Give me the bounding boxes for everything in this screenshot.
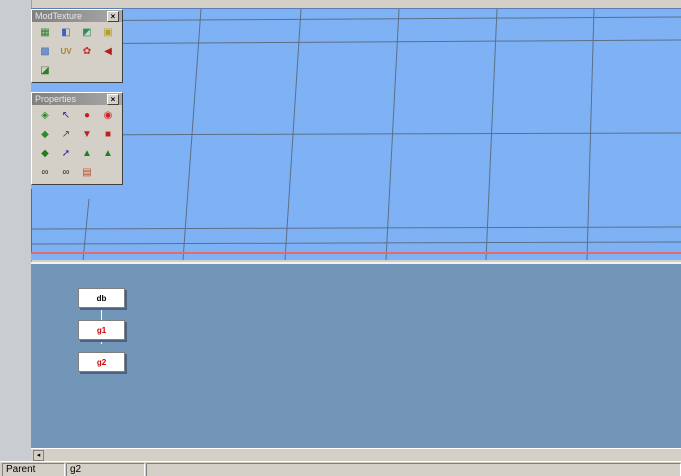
- texture-swap-icon-glyph: ✿: [82, 46, 92, 57]
- viewport-top-strip: [31, 0, 681, 8]
- material-icon[interactable]: ◈: [35, 107, 55, 125]
- red-tag-icon-glyph: ■: [104, 129, 112, 140]
- texture-project-icon-glyph: ◧: [61, 27, 71, 38]
- scroll-left-icon[interactable]: ◂: [33, 450, 44, 461]
- schematic-view[interactable]: db g1 g2: [31, 262, 681, 450]
- paint-drop-icon-glyph: ◉: [103, 110, 113, 121]
- status-message: [146, 463, 681, 476]
- red-paint-icon[interactable]: ▼: [77, 126, 97, 144]
- texture-project-icon[interactable]: ◧: [56, 24, 76, 42]
- paint-drop-icon[interactable]: ◉: [98, 107, 118, 125]
- light-prop-icon[interactable]: ↗: [56, 126, 76, 144]
- light-prop-icon-glyph: ↗: [61, 129, 71, 140]
- texture-grid-icon[interactable]: ▩: [35, 43, 55, 61]
- modtexture-toolbar-title[interactable]: ModTexture ×: [32, 10, 122, 22]
- dfr-tree-icon[interactable]: ▲: [98, 145, 118, 163]
- properties-tool-grid: ◈ ↖ ● ◉ ◆ ↗ ▼ ■ ◆ ➚ ▲ ▲ ∞ ∞ ▤: [32, 105, 122, 184]
- status-bar: Parent g2: [0, 461, 681, 476]
- perspective-viewport[interactable]: [31, 8, 681, 260]
- modtexture-title-text: ModTexture: [35, 11, 83, 21]
- schematic-node-db[interactable]: db: [78, 288, 125, 308]
- color-swatch-icon-glyph: ▤: [82, 167, 92, 178]
- status-parent-label: Parent: [2, 463, 65, 476]
- texture-back-icon-glyph: ◀: [104, 46, 112, 57]
- close-icon[interactable]: ×: [107, 11, 119, 22]
- close-icon[interactable]: ×: [107, 94, 119, 105]
- uv-editor-icon[interactable]: UV: [56, 43, 76, 61]
- texture-swap-icon[interactable]: ✿: [77, 43, 97, 61]
- texture-back-icon[interactable]: ◀: [98, 43, 118, 61]
- paint-red-icon-glyph: ●: [83, 110, 91, 121]
- status-current-object: g2: [66, 463, 145, 476]
- properties-toolbar-title[interactable]: Properties ×: [32, 93, 122, 105]
- texture-grid-icon-glyph: ▩: [40, 46, 50, 57]
- arrow-prop-icon-glyph: ➚: [61, 148, 71, 159]
- left-gutter: [0, 0, 32, 473]
- properties-toolbar[interactable]: Properties × ◈ ↖ ● ◉ ◆ ↗ ▼ ■ ◆ ➚ ▲ ▲ ∞ ∞ ▤: [31, 92, 123, 185]
- red-tag-icon[interactable]: ■: [98, 126, 118, 144]
- green-paint-icon-glyph: ◆: [41, 148, 49, 159]
- green-paint-icon[interactable]: ◆: [35, 145, 55, 163]
- binoculars-icon[interactable]: ∞: [35, 164, 55, 182]
- property-icon-glyph: ↖: [61, 110, 71, 121]
- texture-map-icon-glyph: ▦: [40, 27, 50, 38]
- texture-prop-icon[interactable]: ◆: [35, 126, 55, 144]
- texture-transform-icon-glyph: ◪: [40, 65, 50, 76]
- binoculars-icon-glyph: ∞: [41, 167, 49, 178]
- texture-map-icon[interactable]: ▦: [35, 24, 55, 42]
- red-paint-icon-glyph: ▼: [82, 129, 92, 140]
- texture-image-icon-glyph: ▣: [103, 27, 113, 38]
- uv-editor-icon-glyph: UV: [60, 47, 72, 56]
- arrow-prop-icon[interactable]: ➚: [56, 145, 76, 163]
- texture-edit-icon-glyph: ◩: [82, 27, 92, 38]
- binoculars-alt-icon[interactable]: ∞: [56, 164, 76, 182]
- horizontal-scrollbar[interactable]: ◂: [31, 448, 681, 461]
- modtexture-toolbar[interactable]: ModTexture × ▦ ◧ ◩ ▣ ▩ UV ✿ ◀ ◪: [31, 9, 123, 83]
- texture-image-icon[interactable]: ▣: [98, 24, 118, 42]
- modtexture-tool-grid: ▦ ◧ ◩ ▣ ▩ UV ✿ ◀ ◪: [32, 22, 122, 82]
- dfr-prop-icon-glyph: ▲: [82, 148, 92, 159]
- schematic-node-g1[interactable]: g1: [78, 320, 125, 340]
- texture-prop-icon-glyph: ◆: [41, 129, 49, 140]
- paint-red-icon[interactable]: ●: [77, 107, 97, 125]
- property-icon[interactable]: ↖: [56, 107, 76, 125]
- color-swatch-icon[interactable]: ▤: [77, 164, 97, 182]
- viewport-active-border: [31, 252, 681, 254]
- material-icon-glyph: ◈: [41, 110, 49, 121]
- viewport-grid: [31, 9, 681, 260]
- schematic-node-g2[interactable]: g2: [78, 352, 125, 372]
- texture-edit-icon[interactable]: ◩: [77, 24, 97, 42]
- binoculars-alt-icon-glyph: ∞: [62, 167, 70, 178]
- texture-transform-icon[interactable]: ◪: [35, 62, 55, 80]
- dfr-prop-icon[interactable]: ▲: [77, 145, 97, 163]
- properties-title-text: Properties: [35, 94, 77, 104]
- dfr-tree-icon-glyph: ▲: [103, 148, 113, 159]
